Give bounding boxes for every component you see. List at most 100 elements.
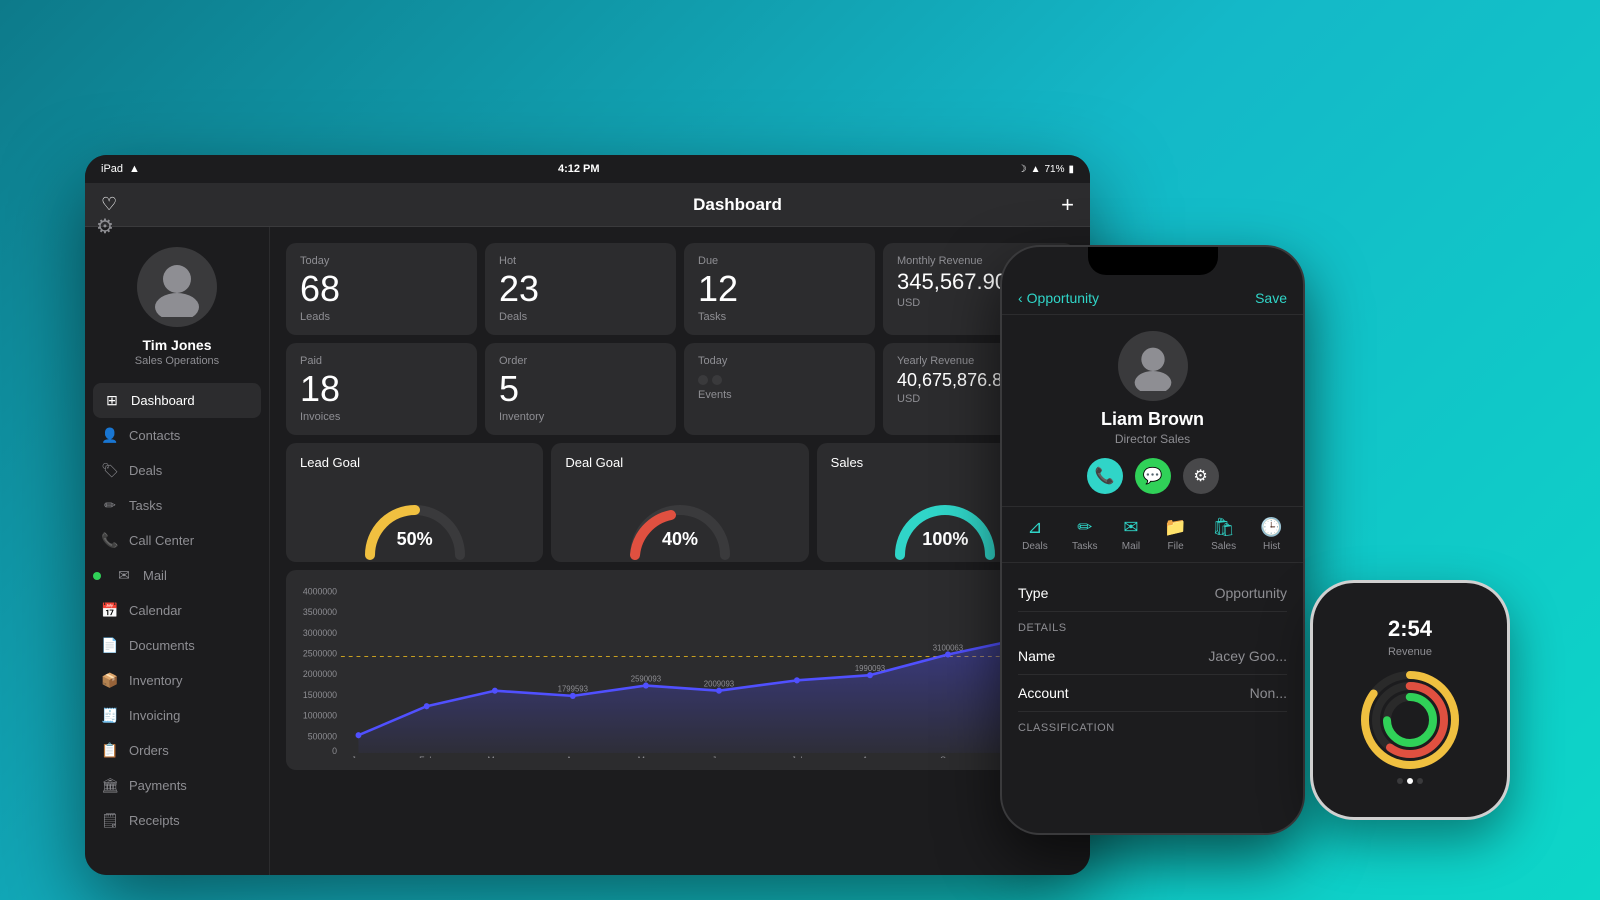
stat-deals-label: Hot bbox=[499, 255, 662, 267]
sidebar-item-receipts[interactable]: 🗒 Receipts bbox=[85, 803, 269, 838]
sidebar-label-tasks: Tasks bbox=[129, 498, 162, 513]
stats-row-1: Today 68 Leads Hot 23 Deals Due 12 Tasks… bbox=[286, 243, 1074, 335]
hist-tab-icon: 🕒 bbox=[1260, 517, 1282, 538]
svg-text:500000: 500000 bbox=[308, 731, 337, 741]
sidebar-item-invoicing[interactable]: 🧾 Invoicing bbox=[85, 698, 269, 733]
sales-tab-icon: 🛍 bbox=[1212, 517, 1235, 538]
dashboard-main: Today 68 Leads Hot 23 Deals Due 12 Tasks… bbox=[270, 227, 1090, 875]
iphone-tab-tasks[interactable]: ✏ Tasks bbox=[1072, 517, 1098, 552]
ipad-time: 4:12 PM bbox=[558, 163, 600, 175]
sidebar-item-payments[interactable]: 🏛 Payments bbox=[85, 768, 269, 803]
settings-gear-icon[interactable]: ⚙ bbox=[96, 214, 114, 239]
stat-events-label: Today bbox=[698, 355, 861, 367]
goal-lead: Lead Goal 50% bbox=[286, 443, 543, 562]
iphone-tab-file[interactable]: 📁 File bbox=[1164, 517, 1186, 552]
settings-button[interactable]: ⚙ bbox=[1183, 458, 1219, 494]
iphone-tab-mail[interactable]: ✉ Mail bbox=[1122, 517, 1140, 552]
sidebar-item-deals[interactable]: 🏷 Deals bbox=[85, 453, 269, 488]
goal-sales-title: Sales bbox=[831, 455, 864, 470]
sidebar-label-receipts: Receipts bbox=[129, 813, 180, 828]
user-avatar bbox=[137, 247, 217, 327]
iphone-back-button[interactable]: ‹ Opportunity bbox=[1018, 290, 1099, 306]
iphone-tab-deals[interactable]: ⊿ Deals bbox=[1022, 517, 1048, 552]
sidebar-label-orders: Orders bbox=[129, 743, 169, 758]
mail-tab-label: Mail bbox=[1122, 541, 1140, 552]
ipad-label: iPad bbox=[101, 163, 123, 175]
iphone-action-icons: 📞 💬 ⚙ bbox=[1087, 458, 1219, 494]
sidebar-item-inventory[interactable]: 📦 Inventory bbox=[85, 663, 269, 698]
iphone-tab-sales[interactable]: 🛍 Sales bbox=[1211, 517, 1236, 552]
svg-text:Sep: Sep bbox=[940, 755, 956, 758]
stat-events-dots bbox=[698, 375, 861, 385]
svg-text:Jul: Jul bbox=[791, 755, 802, 758]
iphone-avatar bbox=[1118, 331, 1188, 401]
goals-row: Lead Goal 50% Deal Goal bbox=[286, 443, 1074, 562]
sidebar-item-mail[interactable]: ✉ Mail bbox=[85, 558, 269, 593]
phone-icon: 📞 bbox=[101, 532, 119, 549]
stat-deals: Hot 23 Deals bbox=[485, 243, 676, 335]
watch-dot-1 bbox=[1397, 778, 1403, 784]
call-button[interactable]: 📞 bbox=[1087, 458, 1123, 494]
account-field-label: Account bbox=[1018, 685, 1069, 701]
svg-text:1990093: 1990093 bbox=[855, 664, 886, 673]
account-row: Account Non... bbox=[1018, 675, 1287, 712]
file-tab-label: File bbox=[1168, 541, 1184, 552]
sidebar-label-dashboard: Dashboard bbox=[131, 393, 195, 408]
sidebar-item-documents[interactable]: 📄 Documents bbox=[85, 628, 269, 663]
orders-icon: 📋 bbox=[101, 742, 119, 759]
ipad-device: iPad ▲ 4:12 PM ☽ ▲ 71% ▮ ♡ Dashboard + T… bbox=[85, 155, 1090, 875]
person-icon: 👤 bbox=[101, 427, 119, 444]
sidebar-item-contacts[interactable]: 👤 Contacts bbox=[85, 418, 269, 453]
name-row: Name Jacey Goo... bbox=[1018, 638, 1287, 675]
event-dot-2 bbox=[712, 375, 722, 385]
sidebar-label-documents: Documents bbox=[129, 638, 195, 653]
sidebar-item-tasks[interactable]: ✏ Tasks bbox=[85, 488, 269, 523]
goal-lead-title: Lead Goal bbox=[300, 455, 360, 470]
add-icon[interactable]: + bbox=[1061, 192, 1074, 218]
svg-text:2009093: 2009093 bbox=[704, 679, 735, 688]
sidebar-item-calendar[interactable]: 📅 Calendar bbox=[85, 593, 269, 628]
tasks-tab-icon: ✏ bbox=[1077, 517, 1092, 538]
user-role: Sales Operations bbox=[135, 355, 219, 367]
mail-notification-dot bbox=[93, 572, 101, 580]
name-field-value: Jacey Goo... bbox=[1208, 648, 1287, 664]
sidebar-nav: ⊞ Dashboard 👤 Contacts 🏷 Deals ✏ Tasks 📞 bbox=[85, 383, 269, 838]
sidebar-item-orders[interactable]: 📋 Orders bbox=[85, 733, 269, 768]
stat-tasks-sublabel: Tasks bbox=[698, 311, 861, 323]
sidebar-label-contacts: Contacts bbox=[129, 428, 180, 443]
moon-icon: ☽ bbox=[1018, 164, 1027, 175]
envelope-icon: ✉ bbox=[115, 567, 133, 584]
svg-text:Aug: Aug bbox=[862, 755, 878, 758]
svg-text:3000000: 3000000 bbox=[303, 628, 337, 638]
receipts-icon: 🗒 bbox=[101, 812, 119, 829]
ipad-nav-bar: ♡ Dashboard + bbox=[85, 183, 1090, 227]
message-button[interactable]: 💬 bbox=[1135, 458, 1171, 494]
stat-leads: Today 68 Leads bbox=[286, 243, 477, 335]
svg-text:Mar: Mar bbox=[487, 755, 502, 758]
iphone-save-button[interactable]: Save bbox=[1255, 290, 1287, 306]
iphone-profile-section: Liam Brown Director Sales 📞 💬 ⚙ bbox=[1002, 315, 1303, 506]
svg-text:Apr: Apr bbox=[566, 755, 580, 758]
user-name: Tim Jones bbox=[143, 337, 212, 353]
watch-dot-3 bbox=[1417, 778, 1423, 784]
sidebar-label-mail: Mail bbox=[143, 568, 167, 583]
doc-icon: 📄 bbox=[101, 637, 119, 654]
svg-text:1500000: 1500000 bbox=[303, 690, 337, 700]
revenue-chart: 4000000 3500000 3000000 2500000 2000000 … bbox=[300, 582, 1060, 758]
stat-inventory: Order 5 Inventory bbox=[485, 343, 676, 435]
classification-section-header: CLASSIFICATION bbox=[1018, 722, 1287, 734]
stat-inventory-value: 5 bbox=[499, 371, 662, 407]
sidebar-label-payments: Payments bbox=[129, 778, 187, 793]
stat-inventory-sublabel: Inventory bbox=[499, 411, 662, 423]
sidebar-item-dashboard[interactable]: ⊞ Dashboard bbox=[93, 383, 261, 418]
file-tab-icon: 📁 bbox=[1164, 517, 1186, 538]
iphone-contact-name: Liam Brown bbox=[1101, 409, 1204, 430]
svg-text:Jun: Jun bbox=[712, 755, 726, 758]
iphone-tab-hist[interactable]: 🕒 Hist bbox=[1260, 517, 1282, 552]
svg-text:1799593: 1799593 bbox=[558, 685, 589, 694]
sidebar-label-inventory: Inventory bbox=[129, 673, 182, 688]
sidebar-label-deals: Deals bbox=[129, 463, 162, 478]
ipad-status-bar: iPad ▲ 4:12 PM ☽ ▲ 71% ▮ bbox=[85, 155, 1090, 183]
stat-events: Today Events bbox=[684, 343, 875, 435]
sidebar-item-callcenter[interactable]: 📞 Call Center bbox=[85, 523, 269, 558]
